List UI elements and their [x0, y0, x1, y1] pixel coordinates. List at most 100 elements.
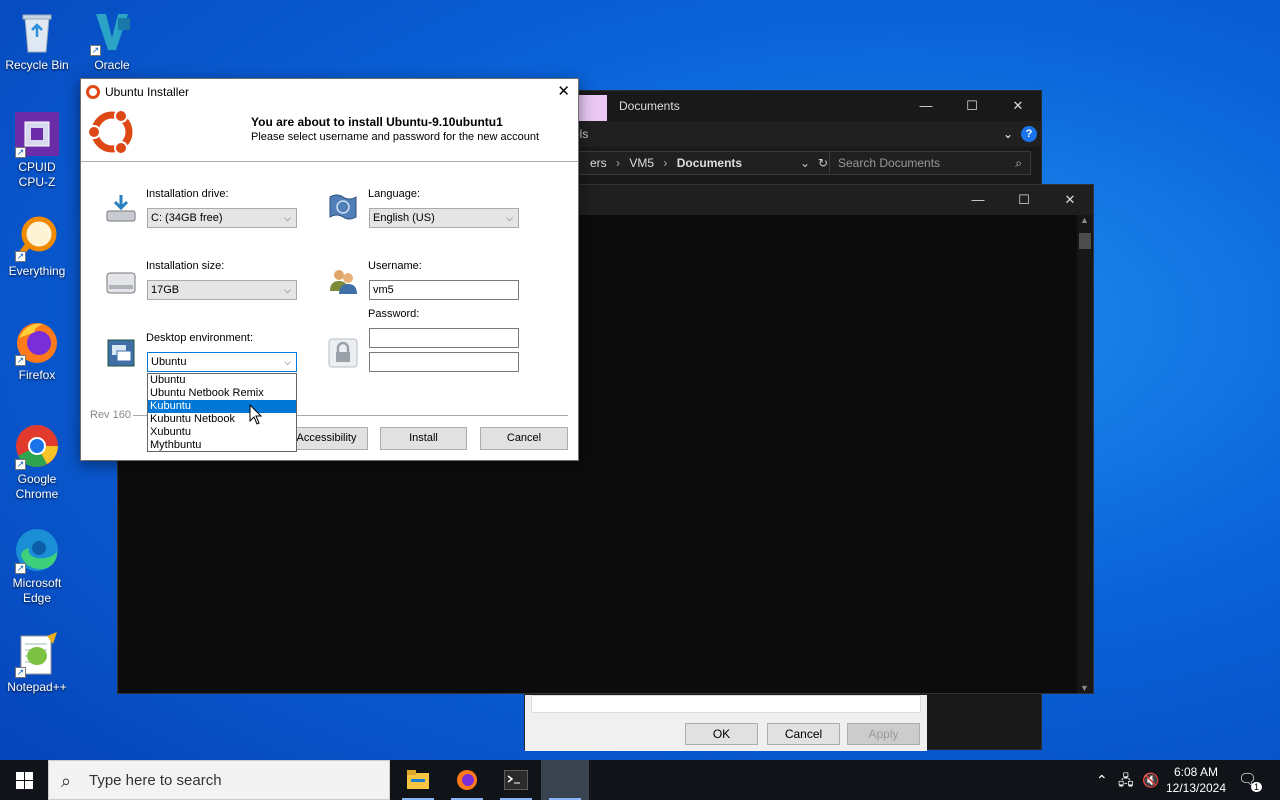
virtualbox-icon: ↗: [88, 8, 136, 56]
taskbar-search-box[interactable]: ⌕ Type here to search: [48, 760, 390, 800]
taskbar-active-window[interactable]: [541, 760, 589, 800]
desktop-icon-label: Firefox: [18, 368, 56, 382]
terminal-scrollbar[interactable]: ▲ ▼: [1077, 215, 1093, 693]
explorer-title-bar[interactable]: Documents — ☐ ✕: [525, 91, 1041, 121]
desktop-icon-oracle-virtualbox[interactable]: ↗ Oracle: [76, 8, 148, 73]
users-icon: [330, 270, 357, 294]
ribbon-expand-chevron-icon[interactable]: ⌄: [1003, 121, 1013, 147]
dropdown-option[interactable]: Ubuntu Netbook Remix: [148, 387, 296, 400]
terminal-icon: [504, 770, 528, 790]
installer-subheading: Please select username and password for …: [251, 131, 539, 143]
minimize-button[interactable]: —: [903, 91, 949, 121]
taskbar-firefox[interactable]: [443, 760, 491, 800]
ok-button[interactable]: OK: [685, 723, 758, 745]
desktop-environment-value: Ubuntu: [151, 356, 187, 368]
network-icon[interactable]: 🖧: [1118, 760, 1134, 800]
scroll-down-arrow-icon[interactable]: ▼: [1080, 683, 1089, 693]
breadcrumb-item[interactable]: VM5: [629, 156, 654, 170]
chrome-icon: ↗: [13, 422, 61, 470]
chevron-down-icon: ⌵: [506, 213, 513, 223]
desktop-icon-microsoft-edge[interactable]: ↗ Microsoft Edge: [1, 526, 73, 606]
dropdown-option[interactable]: Kubuntu Netbook: [148, 413, 296, 426]
search-placeholder: Search Documents: [838, 156, 941, 170]
desktop-icon-google-chrome[interactable]: ↗ Google Chrome: [1, 422, 73, 502]
header-divider: [81, 161, 578, 162]
accessibility-button[interactable]: Accessibility: [285, 427, 368, 450]
desktop-icon-label: Everything: [8, 264, 66, 278]
close-button[interactable]: ✕: [1047, 185, 1093, 215]
dropdown-option-highlighted[interactable]: Kubuntu: [148, 400, 296, 413]
username-input[interactable]: vm5: [369, 280, 519, 300]
help-icon[interactable]: ?: [1021, 126, 1037, 142]
windows-start-icon[interactable]: [16, 772, 33, 789]
notifications-button[interactable]: 🗨 1: [1238, 770, 1262, 792]
installer-heading: You are about to install Ubuntu-9.10ubun…: [251, 115, 503, 129]
cancel-button[interactable]: Cancel: [767, 723, 840, 745]
minimize-button[interactable]: —: [955, 185, 1001, 215]
firefox-icon: ↗: [13, 318, 61, 366]
password-input[interactable]: [369, 328, 519, 348]
mouse-cursor-icon: [249, 404, 263, 425]
dropdown-option[interactable]: Ubuntu: [148, 374, 296, 387]
shortcut-arrow-icon: ↗: [15, 251, 26, 262]
explorer-title-strip: [577, 95, 607, 121]
properties-dialog-footer: OK Cancel Apply: [525, 695, 927, 751]
maximize-button[interactable]: ☐: [1001, 185, 1047, 215]
desktop-icon-recycle-bin[interactable]: Recycle Bin: [1, 8, 73, 73]
desktop-icon-label: Recycle Bin: [5, 58, 69, 72]
confirm-password-input[interactable]: [369, 352, 519, 372]
installer-title-bar[interactable]: Ubuntu Installer ✕: [81, 79, 578, 105]
desktop-icon-label: Microsoft Edge: [12, 576, 62, 605]
dropdown-option[interactable]: Mythbuntu: [148, 439, 296, 452]
edge-icon: ↗: [13, 526, 61, 574]
cancel-button[interactable]: Cancel: [480, 427, 568, 450]
clock-date: 12/13/2024: [1165, 781, 1227, 795]
volume-muted-icon[interactable]: 🔇: [1142, 760, 1159, 800]
language-select[interactable]: English (US) ⌵: [369, 208, 519, 228]
clock-time: 6:08 AM: [1173, 765, 1219, 779]
install-button[interactable]: Install: [380, 427, 467, 450]
desktop-icon-everything[interactable]: ↗ Everything: [1, 214, 73, 279]
scrollbar-thumb[interactable]: [1079, 233, 1091, 249]
desktop-environment-icon: [107, 339, 135, 367]
desktop-environment-select[interactable]: Ubuntu ⌵: [147, 352, 297, 372]
close-button[interactable]: ✕: [995, 91, 1041, 121]
close-icon[interactable]: ✕: [557, 79, 570, 105]
refresh-icon[interactable]: ↻: [818, 152, 828, 174]
desktop-environment-dropdown-list[interactable]: Ubuntu Ubuntu Netbook Remix Kubuntu Kubu…: [147, 373, 297, 452]
maximize-button[interactable]: ☐: [949, 91, 995, 121]
installation-size-label: Installation size:: [146, 260, 225, 272]
apply-button[interactable]: Apply: [847, 723, 920, 745]
recycle-bin-icon: [13, 8, 61, 56]
chevron-down-icon: ⌵: [284, 285, 291, 295]
drive-install-icon: [106, 195, 136, 222]
dropdown-option[interactable]: Xubuntu: [148, 426, 296, 439]
desktop-icon-notepad-plus-plus[interactable]: ↗ Notepad++: [1, 630, 73, 695]
installation-drive-select[interactable]: C: (34GB free) ⌵: [147, 208, 297, 228]
taskbar-terminal[interactable]: [492, 760, 540, 800]
desktop-icon-cpu-z[interactable]: ↗ CPUID CPU-Z: [1, 110, 73, 190]
search-icon: ⌕: [1015, 156, 1022, 170]
scroll-up-arrow-icon[interactable]: ▲: [1080, 215, 1089, 225]
installation-size-select[interactable]: 17GB ⌵: [147, 280, 297, 300]
explorer-ribbon[interactable]: ols ⌄ ?: [525, 121, 1041, 147]
file-explorer-icon: [407, 770, 429, 789]
everything-search-icon: ↗: [13, 214, 61, 262]
shortcut-arrow-icon: ↗: [90, 45, 101, 56]
cpu-z-icon: ↗: [13, 110, 61, 158]
breadcrumb-item[interactable]: Documents: [677, 156, 742, 170]
clock[interactable]: 6:08 AM 12/13/2024: [1162, 764, 1230, 796]
desktop-icon-firefox[interactable]: ↗ Firefox: [1, 318, 73, 383]
chevron-right-icon: ›: [616, 156, 621, 170]
installation-drive-value: C: (34GB free): [151, 212, 223, 224]
address-bar[interactable]: ers › VM5 › Documents ⌄ ↻: [575, 151, 835, 175]
chevron-up-icon[interactable]: ⌃: [1096, 760, 1108, 800]
address-dropdown-icon[interactable]: ⌄: [800, 152, 810, 174]
taskbar-file-explorer[interactable]: [394, 760, 442, 800]
installer-title: Ubuntu Installer: [105, 85, 190, 99]
search-icon: ⌕: [61, 771, 72, 791]
installation-drive-label: Installation drive:: [146, 188, 229, 200]
desktop-environment-label: Desktop environment:: [146, 332, 253, 344]
search-documents-input[interactable]: Search Documents ⌕: [829, 151, 1031, 175]
breadcrumb-item[interactable]: ers: [590, 156, 607, 170]
